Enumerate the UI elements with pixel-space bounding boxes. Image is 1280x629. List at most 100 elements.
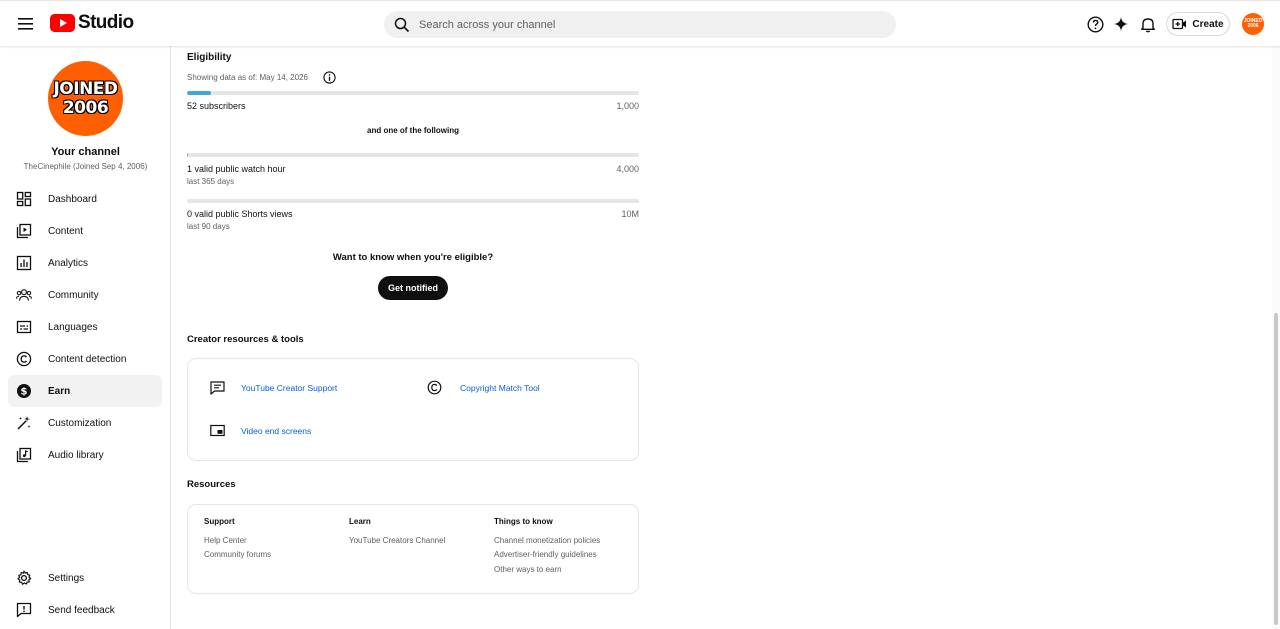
copyright-match-link[interactable]: Copyright Match Tool [427,380,540,395]
monetization-policies-link[interactable]: Channel monetization policies [494,536,600,545]
copyright-icon [427,380,442,395]
help-center-link[interactable]: Help Center [204,536,247,545]
youtube-logo-icon [50,14,75,32]
resources-title: Resources [187,479,236,490]
channel-avatar[interactable]: JOINED 2006 [48,61,123,136]
creator-support-link[interactable]: YouTube Creator Support [210,381,337,395]
get-notified-button[interactable]: Get notified [378,276,448,300]
advertiser-guidelines-link[interactable]: Advertiser-friendly guidelines [494,550,597,559]
shorts-views-period: last 90 days [187,222,230,231]
sidebar-item-label: Audio library [48,449,104,461]
audio-library-icon [16,447,32,463]
create-label: Create [1192,18,1224,30]
subscribers-label: 52 subscribers [187,101,246,111]
content-icon [16,223,32,239]
sidebar-item-label: Customization [48,417,112,429]
sidebar-item-community[interactable]: Community [8,279,162,311]
sidebar-item-earn[interactable]: $ Earn [8,375,162,407]
info-icon [323,71,336,84]
want-to-know-text: Want to know when you're eligible? [332,252,494,263]
sidebar-item-analytics[interactable]: Analytics [8,247,162,279]
notifications-button[interactable] [1137,13,1159,35]
channel-subtitle: TheCinephile (Joined Sep 4, 2006) [23,162,148,171]
search-icon [394,17,410,32]
studio-logo[interactable]: Studio [50,12,134,33]
end-screen-icon [210,424,225,437]
feedback-icon [16,602,32,618]
channel-title: Your channel [51,146,120,158]
end-screens-label: Video end screens [241,425,312,436]
shorts-views-target: 10M [621,209,639,219]
main-content: Eligibility Showing data as of: May 14, … [171,46,1271,629]
sidebar-item-dashboard[interactable]: Dashboard [8,183,162,215]
creators-channel-link[interactable]: YouTube Creators Channel [349,536,445,545]
customization-icon [16,415,32,431]
avatar-text: JOINED [53,78,118,99]
sidebar-item-send-feedback[interactable]: Send feedback [8,594,162,626]
earn-icon: $ [16,383,32,399]
sidebar-item-content-detection[interactable]: Content detection [8,343,162,375]
shorts-views-label: 0 valid public Shorts views [187,209,293,219]
creator-support-label: YouTube Creator Support [241,383,338,393]
watch-hours-period: last 365 days [187,177,235,186]
svg-text:$: $ [21,387,28,398]
scrollbar-thumb[interactable] [1274,313,1278,625]
help-button[interactable] [1084,13,1106,35]
help-icon [1086,15,1104,33]
sidebar-item-label: Content detection [48,353,127,365]
eligibility-title: Eligibility [187,52,232,63]
search-input[interactable] [419,18,859,31]
sparkle-icon [1114,17,1128,31]
sidebar-item-audio-library[interactable]: Audio library [8,439,162,471]
create-button[interactable]: Create [1166,12,1230,36]
languages-icon [16,319,32,335]
sidebar-item-label: Community [48,289,99,301]
resources-heading-things-to-know: Things to know [494,517,553,526]
sidebar-item-label: Settings [48,572,85,584]
avatar-text: 2006 [62,97,109,118]
community-icon [16,287,32,303]
subscribers-progress-fill [187,91,211,95]
subscribers-target: 1,000 [616,101,639,111]
top-bar: Studio Create JOINED 2006 [0,0,1280,46]
sidebar-item-customization[interactable]: Customization [8,407,162,439]
sidebar-item-label: Dashboard [48,193,97,205]
content-detection-icon [16,351,32,367]
shorts-views-progress-bar [187,199,639,203]
sidebar-item-settings[interactable]: Settings [8,562,162,594]
analytics-icon [16,255,32,271]
dashboard-icon [16,191,32,207]
resources-card: Support Help Center Community forums Lea… [187,504,639,594]
bell-icon [1141,17,1155,32]
sidebar-item-label: Analytics [48,257,89,269]
sidebar-item-label: Languages [48,321,98,333]
watch-hours-target: 4,000 [616,164,639,174]
sidebar-item-label: Content [48,225,84,237]
menu-icon [18,18,33,30]
end-screens-link[interactable]: Video end screens [210,424,311,437]
account-avatar[interactable]: JOINED 2006 [1242,13,1264,35]
community-forums-link[interactable]: Community forums [204,550,271,559]
sidebar-item-content[interactable]: Content [8,215,162,247]
watch-hours-label: 1 valid public watch hour [187,164,286,174]
create-video-icon [1172,18,1187,30]
sidebar-item-label: Send feedback [48,604,115,616]
resources-heading-learn: Learn [349,517,371,526]
logo-text: Studio [78,12,134,33]
sidebar-item-label: Earn [48,385,71,397]
avatar-text: 2006 [1247,23,1259,29]
watch-hours-progress-bar [187,153,639,157]
info-button[interactable] [323,71,336,84]
copyright-match-label: Copyright Match Tool [460,382,540,393]
hamburger-menu-button[interactable] [14,12,38,36]
sidebar-item-languages[interactable]: Languages [8,311,162,343]
creator-tools-title: Creator resources & tools [187,334,304,345]
ai-sparkle-button[interactable] [1110,13,1132,35]
sidebar: JOINED 2006 Your channel TheCinephile (J… [0,46,171,629]
resources-heading-support: Support [204,517,235,526]
other-ways-to-earn-link[interactable]: Other ways to earn [494,565,562,574]
data-as-of-text: Showing data as of: May 14, 2026 [187,73,308,82]
search-bar[interactable] [384,11,896,38]
subscribers-progress-bar [187,91,639,95]
one-of-following-text: and one of the following [367,126,459,135]
